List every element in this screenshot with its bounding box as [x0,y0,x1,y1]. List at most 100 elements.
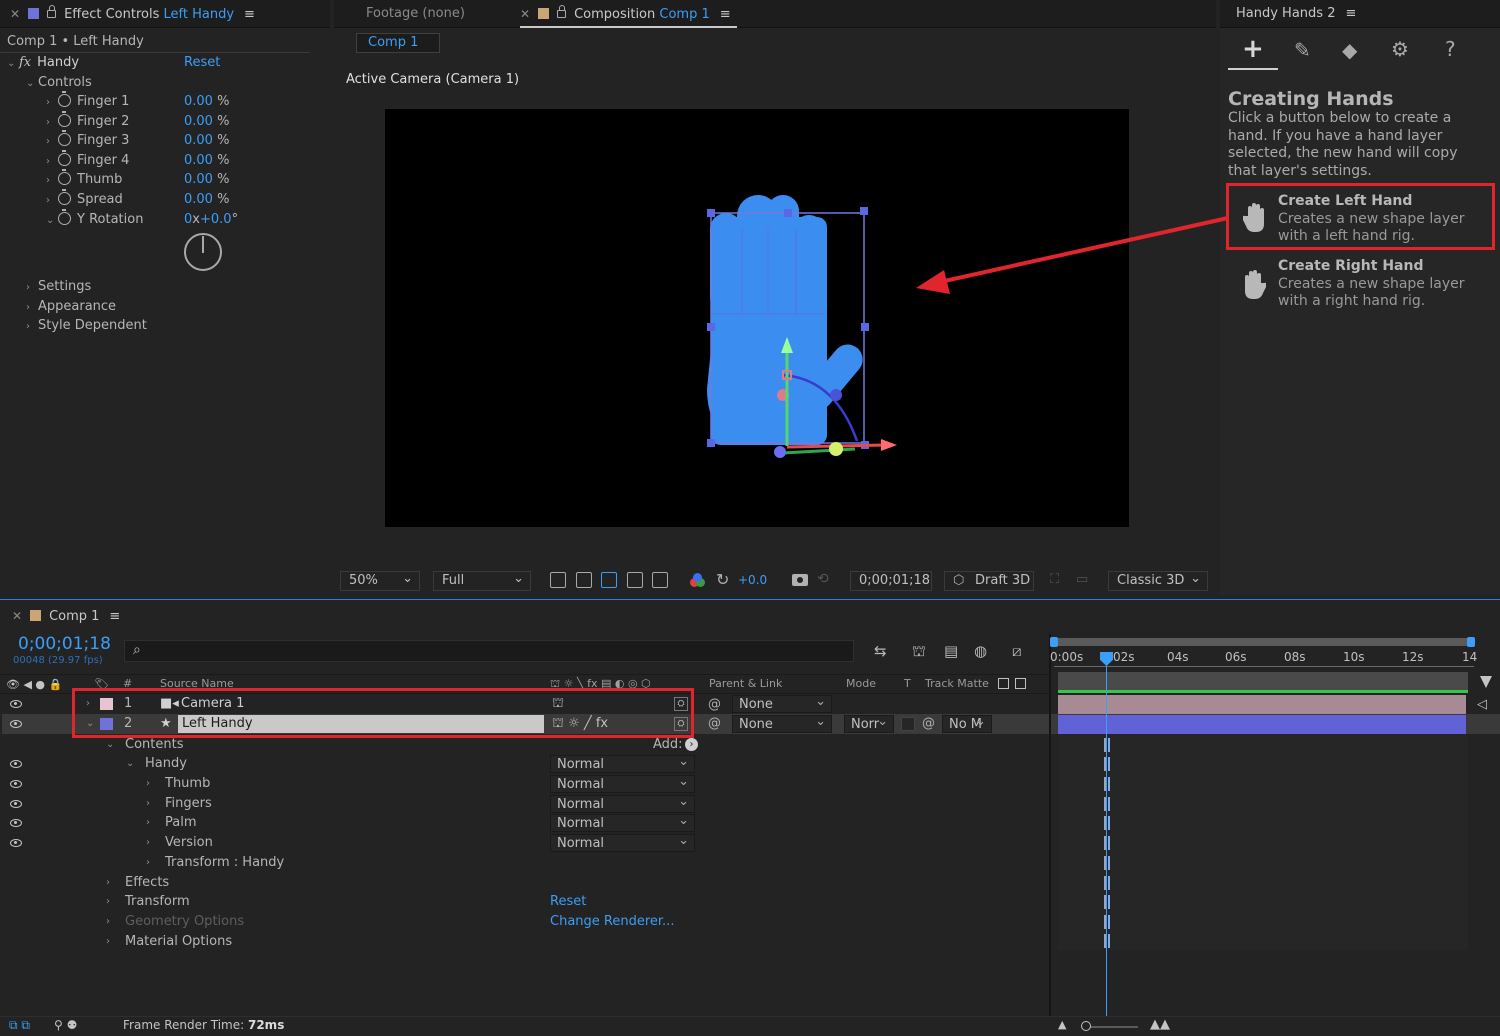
grid-guides-icon[interactable] [652,572,668,588]
param-value[interactable]: 0.00 [184,153,213,168]
parent-dropdown[interactable]: None [732,713,832,733]
keyframe-indicator[interactable] [1104,856,1110,870]
snapshot-camera-icon[interactable] [792,574,808,586]
timeline-timecode[interactable]: 0;00;01;18 [18,634,111,654]
chevron-right-icon[interactable]: › [146,774,158,794]
zoom-slider-thumb[interactable] [1081,1021,1091,1031]
content-blend-mode-dropdown[interactable]: Normal [550,832,695,852]
work-area-end-handle[interactable] [1467,637,1475,647]
content-blend-mode-dropdown[interactable]: Normal [550,812,695,832]
composition-canvas[interactable] [385,109,1129,527]
param-spread[interactable]: › Spread 0.00 % [46,189,310,210]
3d-renderer-dropdown[interactable]: Classic 3D ⌄ [1108,571,1208,591]
zoom-in-icon[interactable]: ▲▲ [1150,1017,1170,1032]
fx-row[interactable]: ⌄ fx Handy Reset [7,53,317,73]
panel-menu-icon[interactable]: ≡ [244,7,255,22]
chevron-right-icon[interactable]: › [146,813,158,833]
keyframe-indicator[interactable] [1104,876,1110,890]
mask-visibility-icon[interactable] [601,572,617,588]
frame-blending-icon[interactable]: ▤ [944,642,958,660]
keyframe-indicator[interactable] [1104,757,1110,771]
composition-tab[interactable]: ✕ Composition Comp 1 ≡ [520,0,737,28]
3d-ground-plane-icon[interactable]: ⛶ [1050,572,1059,587]
add-menu-icon[interactable]: › [685,738,698,751]
help-icon[interactable]: ? [1445,37,1456,61]
param-value[interactable]: 0.00 [184,192,213,207]
comp-breadcrumb-chip[interactable]: Comp 1 [356,33,440,53]
param-value[interactable]: 0.00 [184,172,213,187]
chevron-right-icon[interactable]: › [106,892,118,912]
eye-icon[interactable] [10,760,22,768]
param-finger-4[interactable]: › Finger 4 0.00 % [46,150,310,172]
keyframe-indicator[interactable] [1104,816,1110,830]
keyframe-indicator[interactable] [1104,895,1110,909]
chevron-right-icon[interactable]: › [46,132,58,152]
appearance-group[interactable]: › Appearance [26,297,116,317]
eye-icon[interactable] [10,780,22,788]
keyframe-indicator[interactable] [1104,797,1110,811]
chevron-right-icon[interactable]: › [26,317,38,337]
extended-viewer-icon[interactable]: ▭ [1076,572,1088,587]
pick-whip-icon[interactable]: @ [708,716,721,731]
blend-mode-dropdown[interactable]: Norr [844,713,894,733]
chevron-right-icon[interactable]: › [106,912,118,932]
param-finger-2[interactable]: › Finger 2 0.00 % [46,111,310,133]
timecode-display[interactable]: 0;00;01;18 [850,571,932,591]
transform-reset-link[interactable]: Reset [550,892,586,912]
lock-icon[interactable] [557,5,567,18]
matte-switch-icon[interactable] [998,678,1009,689]
eye-icon[interactable] [10,800,22,808]
comp-mini-flowchart-icon[interactable]: ⇆ [874,642,887,660]
layer-switches-toggle-icon[interactable]: ⧉ ⧉ [9,1018,30,1033]
chevron-right-icon[interactable]: › [146,794,158,814]
lock-icon[interactable] [47,5,57,18]
controls-group[interactable]: ⌄ Controls [26,73,92,93]
change-renderer-link[interactable]: Change Renderer... [550,912,674,932]
param-finger-3[interactable]: › Finger 3 0.00 % [46,130,310,152]
chevron-down-icon[interactable]: ⌄ [126,754,138,774]
render-time-toggle-icon[interactable]: ⚲ ⚉ [54,1018,77,1032]
chevron-right-icon[interactable]: › [146,833,158,853]
pick-whip-icon[interactable]: @ [922,716,935,731]
stopwatch-icon[interactable] [58,189,71,205]
stopwatch-icon[interactable] [58,111,71,127]
chevron-down-icon[interactable]: ⌄ [46,211,58,231]
keyframe-indicator[interactable] [1104,934,1110,948]
panel-menu-icon[interactable]: ≡ [1345,6,1356,21]
gear-icon[interactable]: ⚙ [1391,37,1409,61]
chevron-down-icon[interactable]: ⌄ [106,735,118,755]
eye-icon[interactable] [10,819,22,827]
stopwatch-icon[interactable] [58,169,71,185]
close-icon[interactable]: ✕ [12,609,22,623]
settings-group[interactable]: › Settings [26,277,91,297]
timeline-tab[interactable]: ✕ Comp 1 ≡ [12,602,120,630]
style-dependent-group[interactable]: › Style Dependent [26,316,147,336]
keyframe-indicator[interactable] [1104,836,1110,850]
layer-search-input[interactable]: ⌕ [124,640,854,662]
keyframe-indicator[interactable] [1104,777,1110,791]
transparency-grid-icon[interactable] [576,572,592,588]
matte-invert-icon[interactable] [1015,678,1026,689]
chevron-right-icon[interactable]: › [26,278,38,298]
param-value[interactable]: 0.00 [184,94,213,109]
region-of-interest-icon[interactable] [627,572,643,588]
exposure-value[interactable]: +0.0 [738,573,767,587]
panel-menu-icon[interactable]: ≡ [720,7,731,22]
create-right-hand-button[interactable]: Create Right Hand Creates a new shape la… [1226,253,1495,315]
resolution-dropdown[interactable]: Full ⌄ [433,571,531,591]
chevron-right-icon[interactable]: › [46,93,58,113]
param-value[interactable]: 0.00 [184,133,213,148]
pick-whip-icon[interactable]: @ [708,697,721,712]
fast-preview-icon[interactable] [550,572,566,588]
close-icon[interactable]: ✕ [520,7,530,21]
eye-icon[interactable] [10,839,22,847]
panel-menu-icon[interactable]: ≡ [109,609,120,624]
chevron-right-icon[interactable]: › [46,113,58,133]
track-matte-dropdown[interactable]: No M [942,713,992,733]
timeline-splitter[interactable] [1049,634,1051,1016]
chevron-right-icon[interactable]: › [46,152,58,172]
chevron-right-icon[interactable]: › [46,171,58,191]
content-blend-mode-dropdown[interactable]: Normal [550,753,695,773]
eye-icon[interactable] [10,720,22,728]
motion-blur-icon[interactable]: ◍ [974,642,987,660]
